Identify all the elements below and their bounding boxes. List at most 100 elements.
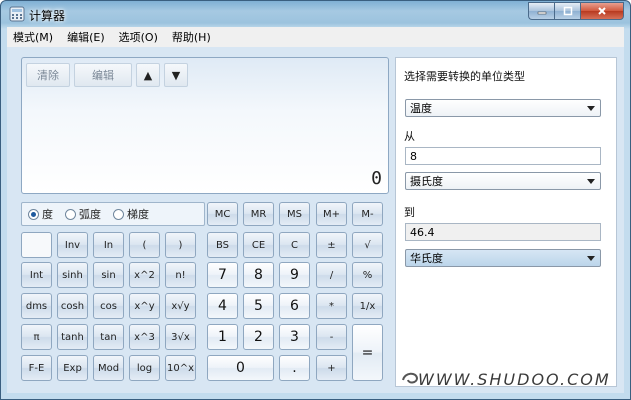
unit-converter-panel: 选择需要转换的单位类型 温度 从 8 摄氏度 到 46.4 华氏度 xyxy=(395,57,617,387)
subtract-key[interactable]: - xyxy=(316,324,347,350)
menu-edit[interactable]: 编辑(E) xyxy=(67,29,105,45)
divide-key[interactable]: / xyxy=(316,262,347,288)
digit-6-key[interactable]: 6 xyxy=(279,293,310,319)
calculator-window: 计算器 模式(M) 编辑(E) 选项(O) 帮助(H) 清除 编辑 ▲ ▼ 0 … xyxy=(0,0,631,400)
exp-key[interactable]: Exp xyxy=(57,355,88,381)
chevron-down-icon xyxy=(587,256,595,261)
tanh-key[interactable]: tanh xyxy=(57,324,88,350)
chevron-down-icon xyxy=(587,106,595,111)
converter-prompt: 选择需要转换的单位类型 xyxy=(404,70,525,83)
display-toolbar: 清除 编辑 ▲ ▼ xyxy=(26,63,188,89)
menu-bar: 模式(M) 编辑(E) 选项(O) 帮助(H) xyxy=(7,27,624,47)
sqrt-key[interactable]: √ xyxy=(352,232,383,258)
negate-key[interactable]: ± xyxy=(316,232,347,258)
equals-key[interactable]: = xyxy=(352,324,383,381)
to-unit-dropdown[interactable]: 华氏度 xyxy=(405,249,601,267)
window-controls xyxy=(528,2,624,20)
to-value-field: 46.4 xyxy=(405,223,601,241)
decimal-key[interactable]: . xyxy=(279,355,310,381)
digit-8-key[interactable]: 8 xyxy=(243,262,274,288)
radio-degrees[interactable]: 度 xyxy=(28,206,53,222)
memory-clear-button[interactable]: MC xyxy=(207,202,238,226)
inv-key[interactable]: Inv xyxy=(57,232,88,258)
square-key[interactable]: x^2 xyxy=(129,262,160,288)
digit-7-key[interactable]: 7 xyxy=(207,262,238,288)
digit-4-key[interactable]: 4 xyxy=(207,293,238,319)
sin-key[interactable]: sin xyxy=(93,262,124,288)
memory-add-button[interactable]: M+ xyxy=(316,202,347,226)
blank-key[interactable] xyxy=(21,232,52,258)
window-title: 计算器 xyxy=(29,9,66,23)
watermark-logo-icon xyxy=(402,372,419,384)
dms-key[interactable]: dms xyxy=(21,293,52,319)
from-label: 从 xyxy=(404,130,415,143)
percent-key[interactable]: % xyxy=(352,262,383,288)
title-bar: 计算器 xyxy=(1,1,630,27)
memory-subtract-button[interactable]: M- xyxy=(352,202,383,226)
pi-key[interactable]: π xyxy=(21,324,52,350)
display-value: 0 xyxy=(371,168,382,189)
root-y-key[interactable]: x√y xyxy=(165,293,196,319)
ln-key[interactable]: In xyxy=(93,232,124,258)
mod-key[interactable]: Mod xyxy=(93,355,124,381)
edit-history-button[interactable]: 编辑 xyxy=(74,63,132,87)
maximize-icon xyxy=(563,6,572,16)
tan-key[interactable]: tan xyxy=(93,324,124,350)
cube-key[interactable]: x^3 xyxy=(129,324,160,350)
digit-9-key[interactable]: 9 xyxy=(279,262,310,288)
cosh-key[interactable]: cosh xyxy=(57,293,88,319)
clear-key[interactable]: C xyxy=(279,232,310,258)
radio-grads[interactable]: 梯度 xyxy=(113,206,149,222)
memory-recall-button[interactable]: MR xyxy=(243,202,274,226)
unit-type-value: 温度 xyxy=(410,102,432,115)
radio-radians[interactable]: 弧度 xyxy=(65,206,101,222)
radio-grads-label: 梯度 xyxy=(127,208,149,221)
to-unit-value: 华氏度 xyxy=(410,252,443,265)
from-value-input[interactable]: 8 xyxy=(405,147,601,165)
log-key[interactable]: log xyxy=(129,355,160,381)
cube-root-key[interactable]: 3√x xyxy=(165,324,196,350)
digit-5-key[interactable]: 5 xyxy=(243,293,274,319)
open-paren-key[interactable]: ( xyxy=(129,232,160,258)
menu-mode[interactable]: 模式(M) xyxy=(13,29,53,45)
close-icon xyxy=(598,7,606,15)
watermark: WWW.SHUDOO.COM xyxy=(418,370,611,389)
int-key[interactable]: Int xyxy=(21,262,52,288)
calculator-app-icon xyxy=(9,6,25,22)
angle-unit-group: 度 弧度 梯度 xyxy=(21,202,205,226)
unit-type-dropdown[interactable]: 温度 xyxy=(405,99,601,117)
history-down-button[interactable]: ▼ xyxy=(164,63,188,87)
ten-power-key[interactable]: 10^x xyxy=(165,355,196,381)
backspace-key[interactable]: BS xyxy=(207,232,238,258)
calculator-body: 清除 编辑 ▲ ▼ 0 度 弧度 梯度 MC MR MS M+ M- Inv I… xyxy=(7,47,624,393)
close-paren-key[interactable]: ) xyxy=(165,232,196,258)
sinh-key[interactable]: sinh xyxy=(57,262,88,288)
clear-history-button[interactable]: 清除 xyxy=(26,63,70,87)
history-up-button[interactable]: ▲ xyxy=(136,63,160,87)
maximize-button[interactable] xyxy=(554,2,580,20)
menu-help[interactable]: 帮助(H) xyxy=(172,29,211,45)
power-key[interactable]: x^y xyxy=(129,293,160,319)
factorial-key[interactable]: n! xyxy=(165,262,196,288)
digit-2-key[interactable]: 2 xyxy=(243,324,274,350)
chevron-down-icon xyxy=(587,179,595,184)
digit-0-key[interactable]: 0 xyxy=(207,355,274,381)
digit-3-key[interactable]: 3 xyxy=(279,324,310,350)
add-key[interactable]: + xyxy=(316,355,347,381)
radio-radians-label: 弧度 xyxy=(79,208,101,221)
memory-store-button[interactable]: MS xyxy=(279,202,310,226)
reciprocal-key[interactable]: 1/x xyxy=(352,293,383,319)
multiply-key[interactable]: * xyxy=(316,293,347,319)
display-panel: 清除 编辑 ▲ ▼ 0 xyxy=(21,57,389,194)
clear-entry-key[interactable]: CE xyxy=(243,232,274,258)
from-unit-dropdown[interactable]: 摄氏度 xyxy=(405,172,601,190)
menu-options[interactable]: 选项(O) xyxy=(119,29,158,45)
minimize-button[interactable] xyxy=(528,2,554,20)
cos-key[interactable]: cos xyxy=(93,293,124,319)
radio-degrees-dot xyxy=(28,208,39,220)
digit-1-key[interactable]: 1 xyxy=(207,324,238,350)
close-button[interactable] xyxy=(580,2,624,20)
radio-degrees-label: 度 xyxy=(42,208,53,221)
fe-key[interactable]: F-E xyxy=(21,355,52,381)
from-unit-value: 摄氏度 xyxy=(410,175,443,188)
